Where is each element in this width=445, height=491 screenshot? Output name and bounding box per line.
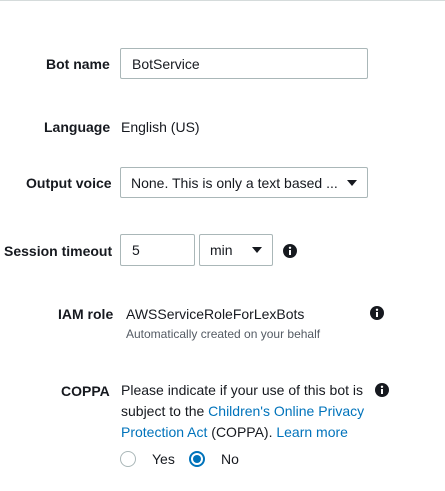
chevron-down-icon bbox=[252, 247, 262, 253]
coppa-label: COPPA bbox=[61, 383, 110, 399]
session-timeout-input[interactable]: 5 bbox=[120, 234, 195, 266]
top-divider bbox=[0, 0, 445, 1]
info-icon[interactable] bbox=[375, 383, 389, 397]
coppa-description: Please indicate if your use of this bot … bbox=[121, 380, 371, 443]
lex-bot-settings-form: Bot name BotService Language English (US… bbox=[0, 0, 445, 491]
iam-role-sub: Automatically created on your behalf bbox=[126, 327, 321, 341]
session-timeout-unit-select[interactable]: min bbox=[199, 234, 273, 266]
chevron-down-icon bbox=[347, 179, 357, 186]
iam-role-label: IAM role bbox=[58, 306, 114, 322]
bot-name-input[interactable]: BotService bbox=[120, 48, 368, 79]
bot-name-label: Bot name bbox=[46, 56, 110, 72]
output-voice-select[interactable]: None. This is only a text based ... bbox=[120, 167, 368, 198]
language-value: English (US) bbox=[121, 119, 200, 135]
info-icon[interactable] bbox=[370, 306, 384, 320]
output-voice-value: None. This is only a text based ... bbox=[131, 174, 338, 191]
coppa-no-radio[interactable] bbox=[189, 451, 205, 467]
coppa-yes-radio[interactable] bbox=[120, 451, 136, 467]
language-label: Language bbox=[44, 119, 111, 135]
coppa-no-label[interactable]: No bbox=[221, 451, 239, 467]
coppa-yes-label[interactable]: Yes bbox=[152, 451, 175, 467]
learn-more-link[interactable]: Learn more bbox=[276, 424, 348, 440]
iam-role-value: AWSServiceRoleForLexBots bbox=[126, 306, 305, 322]
output-voice-label: Output voice bbox=[26, 175, 112, 191]
info-icon[interactable] bbox=[283, 244, 297, 258]
session-timeout-label: Session timeout bbox=[4, 243, 113, 259]
session-timeout-unit-value: min bbox=[210, 242, 233, 258]
coppa-text-2: (COPPA). bbox=[207, 424, 277, 440]
